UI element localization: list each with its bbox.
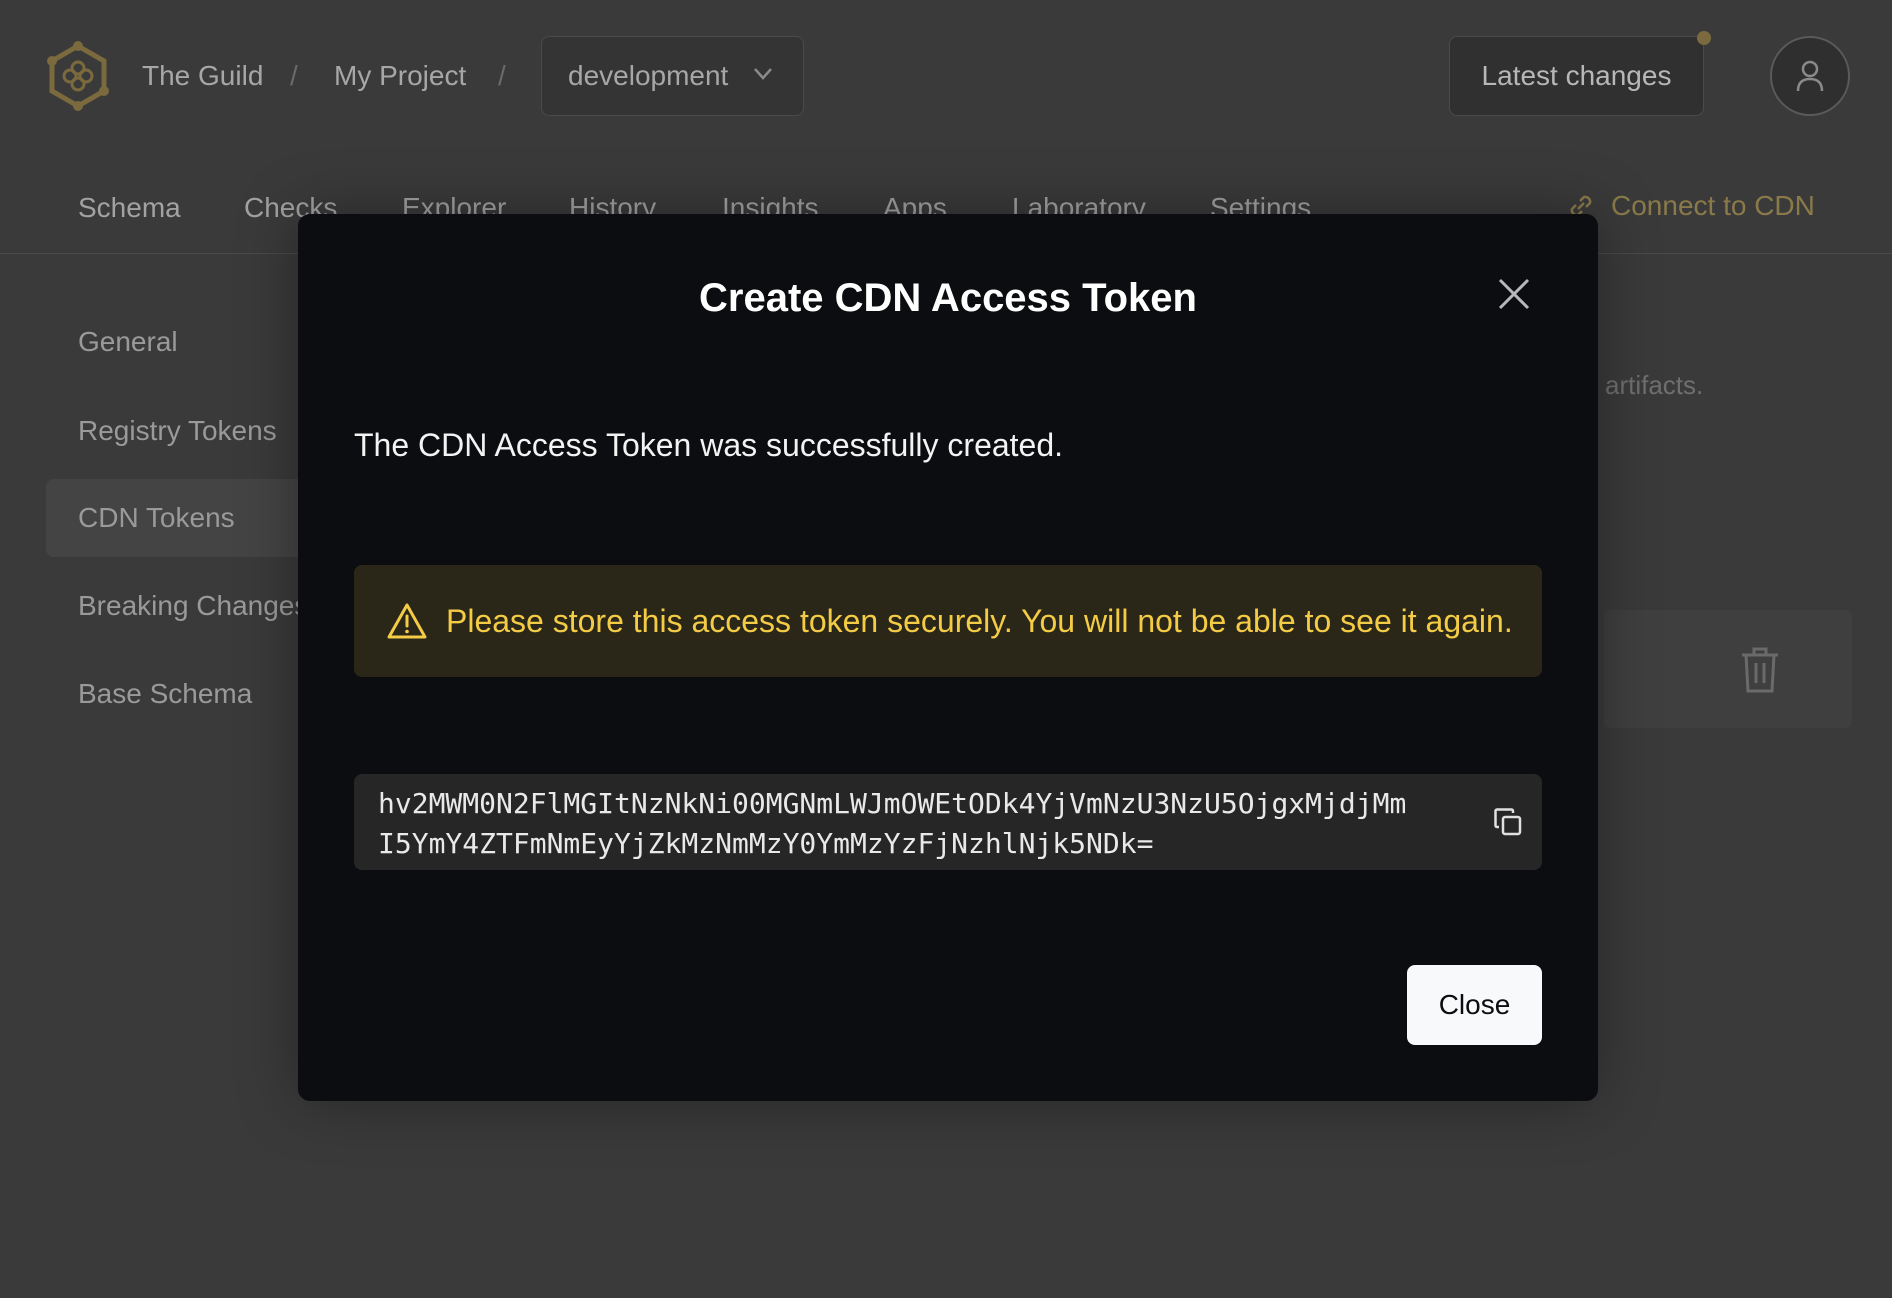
notification-dot (1697, 31, 1711, 45)
warning-icon (387, 603, 427, 639)
warning-alert: Please store this access token securely.… (354, 565, 1542, 677)
token-field[interactable]: hv2MWM0N2FlMGItNzNkNi00MGNmLWJmOWEtODk4Y… (354, 774, 1542, 870)
close-button[interactable]: Close (1407, 965, 1542, 1045)
latest-changes-label: Latest changes (1481, 60, 1672, 91)
sidebar-item-label: CDN Tokens (78, 502, 235, 533)
chevron-down-icon (754, 68, 772, 80)
success-message: The CDN Access Token was successfully cr… (354, 427, 1064, 463)
dialog-title: Create CDN Access Token (699, 276, 1197, 320)
hive-logo-icon[interactable] (44, 40, 112, 112)
page: The Guild / My Project / development Lat… (0, 0, 1892, 1298)
sidebar-item-label: Registry Tokens (78, 415, 277, 446)
close-icon[interactable] (1496, 276, 1532, 312)
environment-select-value: development (568, 60, 729, 91)
environment-select[interactable]: development (541, 36, 804, 116)
tab-schema[interactable]: Schema (78, 188, 181, 228)
create-cdn-token-dialog: Create CDN Access Token The CDN Access T… (298, 214, 1598, 1101)
sidebar-item-label: Breaking Changes (78, 590, 309, 621)
connect-cdn-link[interactable]: Connect to CDN (1565, 186, 1815, 226)
section-description: artifacts. (1605, 370, 1704, 400)
latest-changes-button[interactable]: Latest changes (1449, 36, 1704, 116)
breadcrumb-separator: / (498, 60, 506, 91)
user-avatar-button[interactable] (1770, 36, 1850, 116)
top-bar: The Guild / My Project / development Lat… (0, 0, 1892, 150)
user-icon (1796, 60, 1824, 92)
warning-text: Please store this access token securely.… (446, 603, 1513, 639)
token-value[interactable]: hv2MWM0N2FlMGItNzNkNi00MGNmLWJmOWEtODk4Y… (378, 784, 1422, 864)
sidebar-item-label: General (78, 326, 178, 357)
breadcrumb-org[interactable]: The Guild (142, 56, 263, 96)
token-row (1604, 610, 1852, 728)
connect-cdn-label: Connect to CDN (1611, 190, 1815, 221)
breadcrumb-separator: / (290, 60, 298, 91)
sidebar-item-label: Base Schema (78, 678, 253, 709)
copy-icon[interactable] (1492, 806, 1524, 838)
breadcrumb-project[interactable]: My Project (334, 56, 466, 96)
trash-icon[interactable] (1738, 645, 1782, 695)
